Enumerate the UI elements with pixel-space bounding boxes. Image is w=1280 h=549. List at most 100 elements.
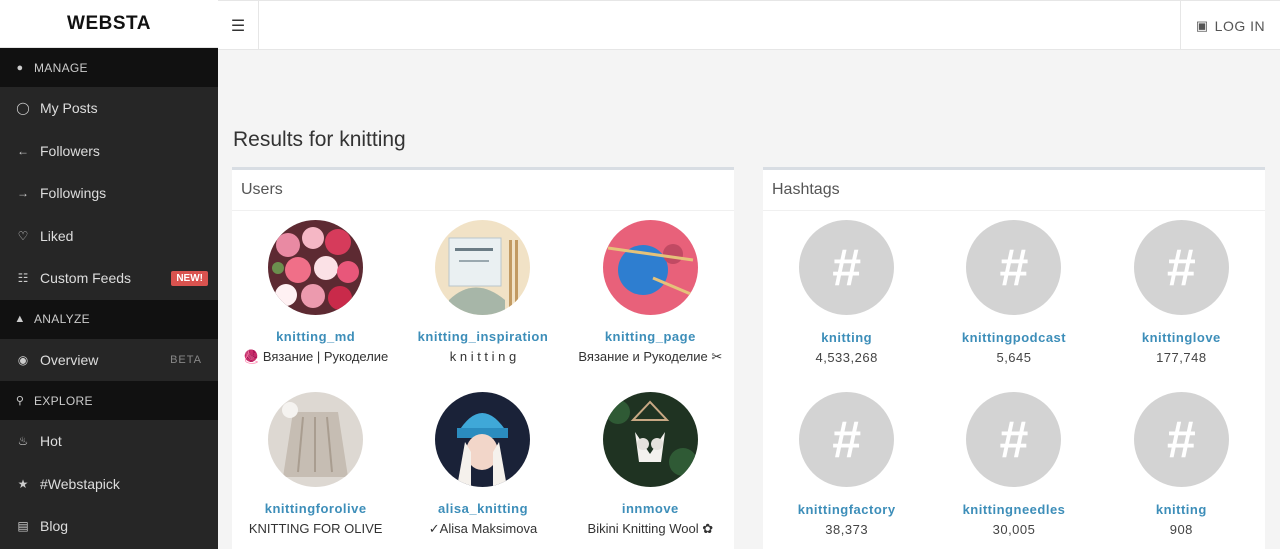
sidebar-item-label: My Posts xyxy=(40,100,98,117)
user-bio: k n i t t i n g xyxy=(449,349,517,364)
avatar[interactable] xyxy=(268,392,364,487)
hashtag-count: 38,373 xyxy=(825,522,869,537)
avatar[interactable] xyxy=(435,220,531,315)
hashtag-icon[interactable]: # xyxy=(799,392,895,487)
avatar[interactable] xyxy=(602,392,698,487)
sidebar-item-hot[interactable]: ♨ Hot xyxy=(0,420,218,463)
hashtag-card[interactable]: # knittinglove 177,748 xyxy=(1098,211,1265,383)
user-bio: ✓Alisa Maksimova xyxy=(428,521,538,536)
page-title: Results for knitting xyxy=(233,128,406,151)
hashtag-icon[interactable]: # xyxy=(966,220,1062,315)
section-label: MANAGE xyxy=(34,60,88,75)
user-card[interactable]: innmove Bikini Knitting Wool ✿ xyxy=(567,383,734,549)
hashtag-name[interactable]: knittinglove xyxy=(1142,330,1221,345)
user-bio: 🧶 Вязание | Рукоделие xyxy=(243,349,389,364)
hashtag-card[interactable]: # knitting 908 xyxy=(1098,383,1265,549)
sidebar-item-blog[interactable]: ▤ Blog xyxy=(0,505,218,548)
hashtag-count: 908 xyxy=(1169,522,1193,537)
user-bio: KNITTING FOR OLIVE xyxy=(248,521,383,536)
beta-badge: BETA xyxy=(170,353,202,366)
chart-icon: ▲ xyxy=(14,313,26,325)
search-icon: ⚲ xyxy=(15,395,25,407)
hashtags-panel: Hashtags # knitting 4,533,268 # knitting… xyxy=(763,167,1265,549)
users-panel: Users knitting_md 🧶 Вязание | Рукоделие xyxy=(232,167,734,549)
hashtag-icon[interactable]: # xyxy=(799,220,895,315)
menu-button[interactable]: ☰ xyxy=(218,1,259,50)
hashtag-card[interactable]: # knitting 4,533,268 xyxy=(763,211,930,383)
sidebar-item-followers[interactable]: ← Followers xyxy=(0,130,218,173)
sidebar-item-followings[interactable]: → Followings xyxy=(0,172,218,215)
sidebar-item-overview[interactable]: ◉ Overview BETA xyxy=(0,339,218,382)
user-card[interactable]: knitting_inspiration k n i t t i n g xyxy=(399,211,566,383)
hashtag-count: 5,645 xyxy=(996,350,1032,365)
users-panel-heading: Users xyxy=(232,170,734,211)
section-explore: ⚲ EXPLORE xyxy=(0,381,218,420)
hashtag-name[interactable]: knittingpodcast xyxy=(962,330,1066,345)
sidebar-item-liked[interactable]: ♡ Liked xyxy=(0,215,218,258)
avatar[interactable] xyxy=(602,220,698,315)
sidebar-item-label: Blog xyxy=(40,518,69,535)
hashtag-icon[interactable]: # xyxy=(966,392,1062,487)
user-icon: ● xyxy=(16,61,24,74)
grid-icon: ☷ xyxy=(17,271,29,286)
user-card[interactable]: knitting_md 🧶 Вязание | Рукоделие xyxy=(232,211,399,383)
username[interactable]: alisa_knitting xyxy=(438,501,528,516)
hashtag-count: 177,748 xyxy=(1156,350,1207,365)
heart-icon: ♡ xyxy=(17,228,29,243)
hashtag-name[interactable]: knittingneedles xyxy=(963,502,1066,517)
username[interactable]: knitting_page xyxy=(605,329,696,344)
section-label: ANALYZE xyxy=(34,312,90,326)
hashtag-name[interactable]: knitting xyxy=(821,330,872,345)
logo-box[interactable]: WEBSTA xyxy=(0,0,218,48)
user-card[interactable]: knittingforolive KNITTING FOR OLIVE xyxy=(232,383,399,549)
section-analyze: ▲ ANALYZE xyxy=(0,299,218,339)
sidebar-item-custom-feeds[interactable]: ☷ Custom Feeds NEW! xyxy=(0,257,218,300)
hashtag-icon[interactable]: # xyxy=(1133,392,1229,487)
sidebar-item-label: Overview xyxy=(40,351,99,368)
section-label: EXPLORE xyxy=(34,393,93,408)
sidebar-item-label: Followers xyxy=(40,142,100,159)
fire-icon: ♨ xyxy=(17,434,29,449)
sidebar-item-my-posts[interactable]: ◯ My Posts xyxy=(0,87,218,130)
login-label: LOG IN xyxy=(1214,17,1266,34)
sidebar: WEBSTA ● MANAGE ◯ My Posts ← Followers →… xyxy=(0,0,218,549)
instagram-icon: ▣ xyxy=(1195,17,1209,33)
username[interactable]: knitting_md xyxy=(276,329,355,344)
document-icon: ▤ xyxy=(17,519,29,534)
hashtag-card[interactable]: # knittingpodcast 5,645 xyxy=(930,211,1097,383)
section-manage: ● MANAGE xyxy=(0,48,218,87)
top-bar: ☰ ▣ LOG IN xyxy=(218,0,1280,50)
hamburger-icon: ☰ xyxy=(230,17,246,35)
arrow-right-icon: → xyxy=(17,186,29,201)
username[interactable]: knitting_inspiration xyxy=(418,329,549,344)
hashtag-count: 30,005 xyxy=(992,522,1036,537)
hashtag-card[interactable]: # knittingfactory 38,373 xyxy=(763,383,930,549)
hashtag-name[interactable]: knittingfactory xyxy=(798,502,896,517)
sidebar-item-label: Followings xyxy=(40,185,107,202)
login-button[interactable]: ▣ LOG IN xyxy=(1180,1,1280,50)
logo[interactable]: WEBSTA xyxy=(67,13,151,35)
user-bio: Bikini Knitting Wool ✿ xyxy=(587,521,714,536)
sidebar-item-label: Custom Feeds xyxy=(40,270,132,287)
trophy-icon: ★ xyxy=(17,476,29,491)
sidebar-item-label: #Webstapick xyxy=(40,475,120,492)
new-badge: NEW! xyxy=(171,270,208,286)
arrow-left-icon: ← xyxy=(17,143,29,158)
hashtag-count: 4,533,268 xyxy=(815,350,878,365)
instagram-icon: ◯ xyxy=(16,101,30,116)
avatar[interactable] xyxy=(268,220,364,315)
hashtag-icon[interactable]: # xyxy=(1133,220,1229,315)
user-card[interactable]: knitting_page Вязание и Рукоделие ✂ xyxy=(567,211,734,383)
sidebar-item-label: Liked xyxy=(40,227,74,244)
hashtag-name[interactable]: knitting xyxy=(1156,502,1207,517)
hashtags-panel-heading: Hashtags xyxy=(763,170,1265,211)
username[interactable]: innmove xyxy=(622,501,679,516)
username[interactable]: knittingforolive xyxy=(265,501,367,516)
user-card[interactable]: alisa_knitting ✓Alisa Maksimova xyxy=(399,383,566,549)
sidebar-item-webstapick[interactable]: ★ #Webstapick xyxy=(0,463,218,506)
scrollbar[interactable] xyxy=(1266,50,1280,549)
hashtag-card[interactable]: # knittingneedles 30,005 xyxy=(930,383,1097,549)
avatar[interactable] xyxy=(435,392,531,487)
user-bio: Вязание и Рукоделие ✂ xyxy=(578,349,723,364)
sidebar-item-label: Hot xyxy=(40,433,62,450)
